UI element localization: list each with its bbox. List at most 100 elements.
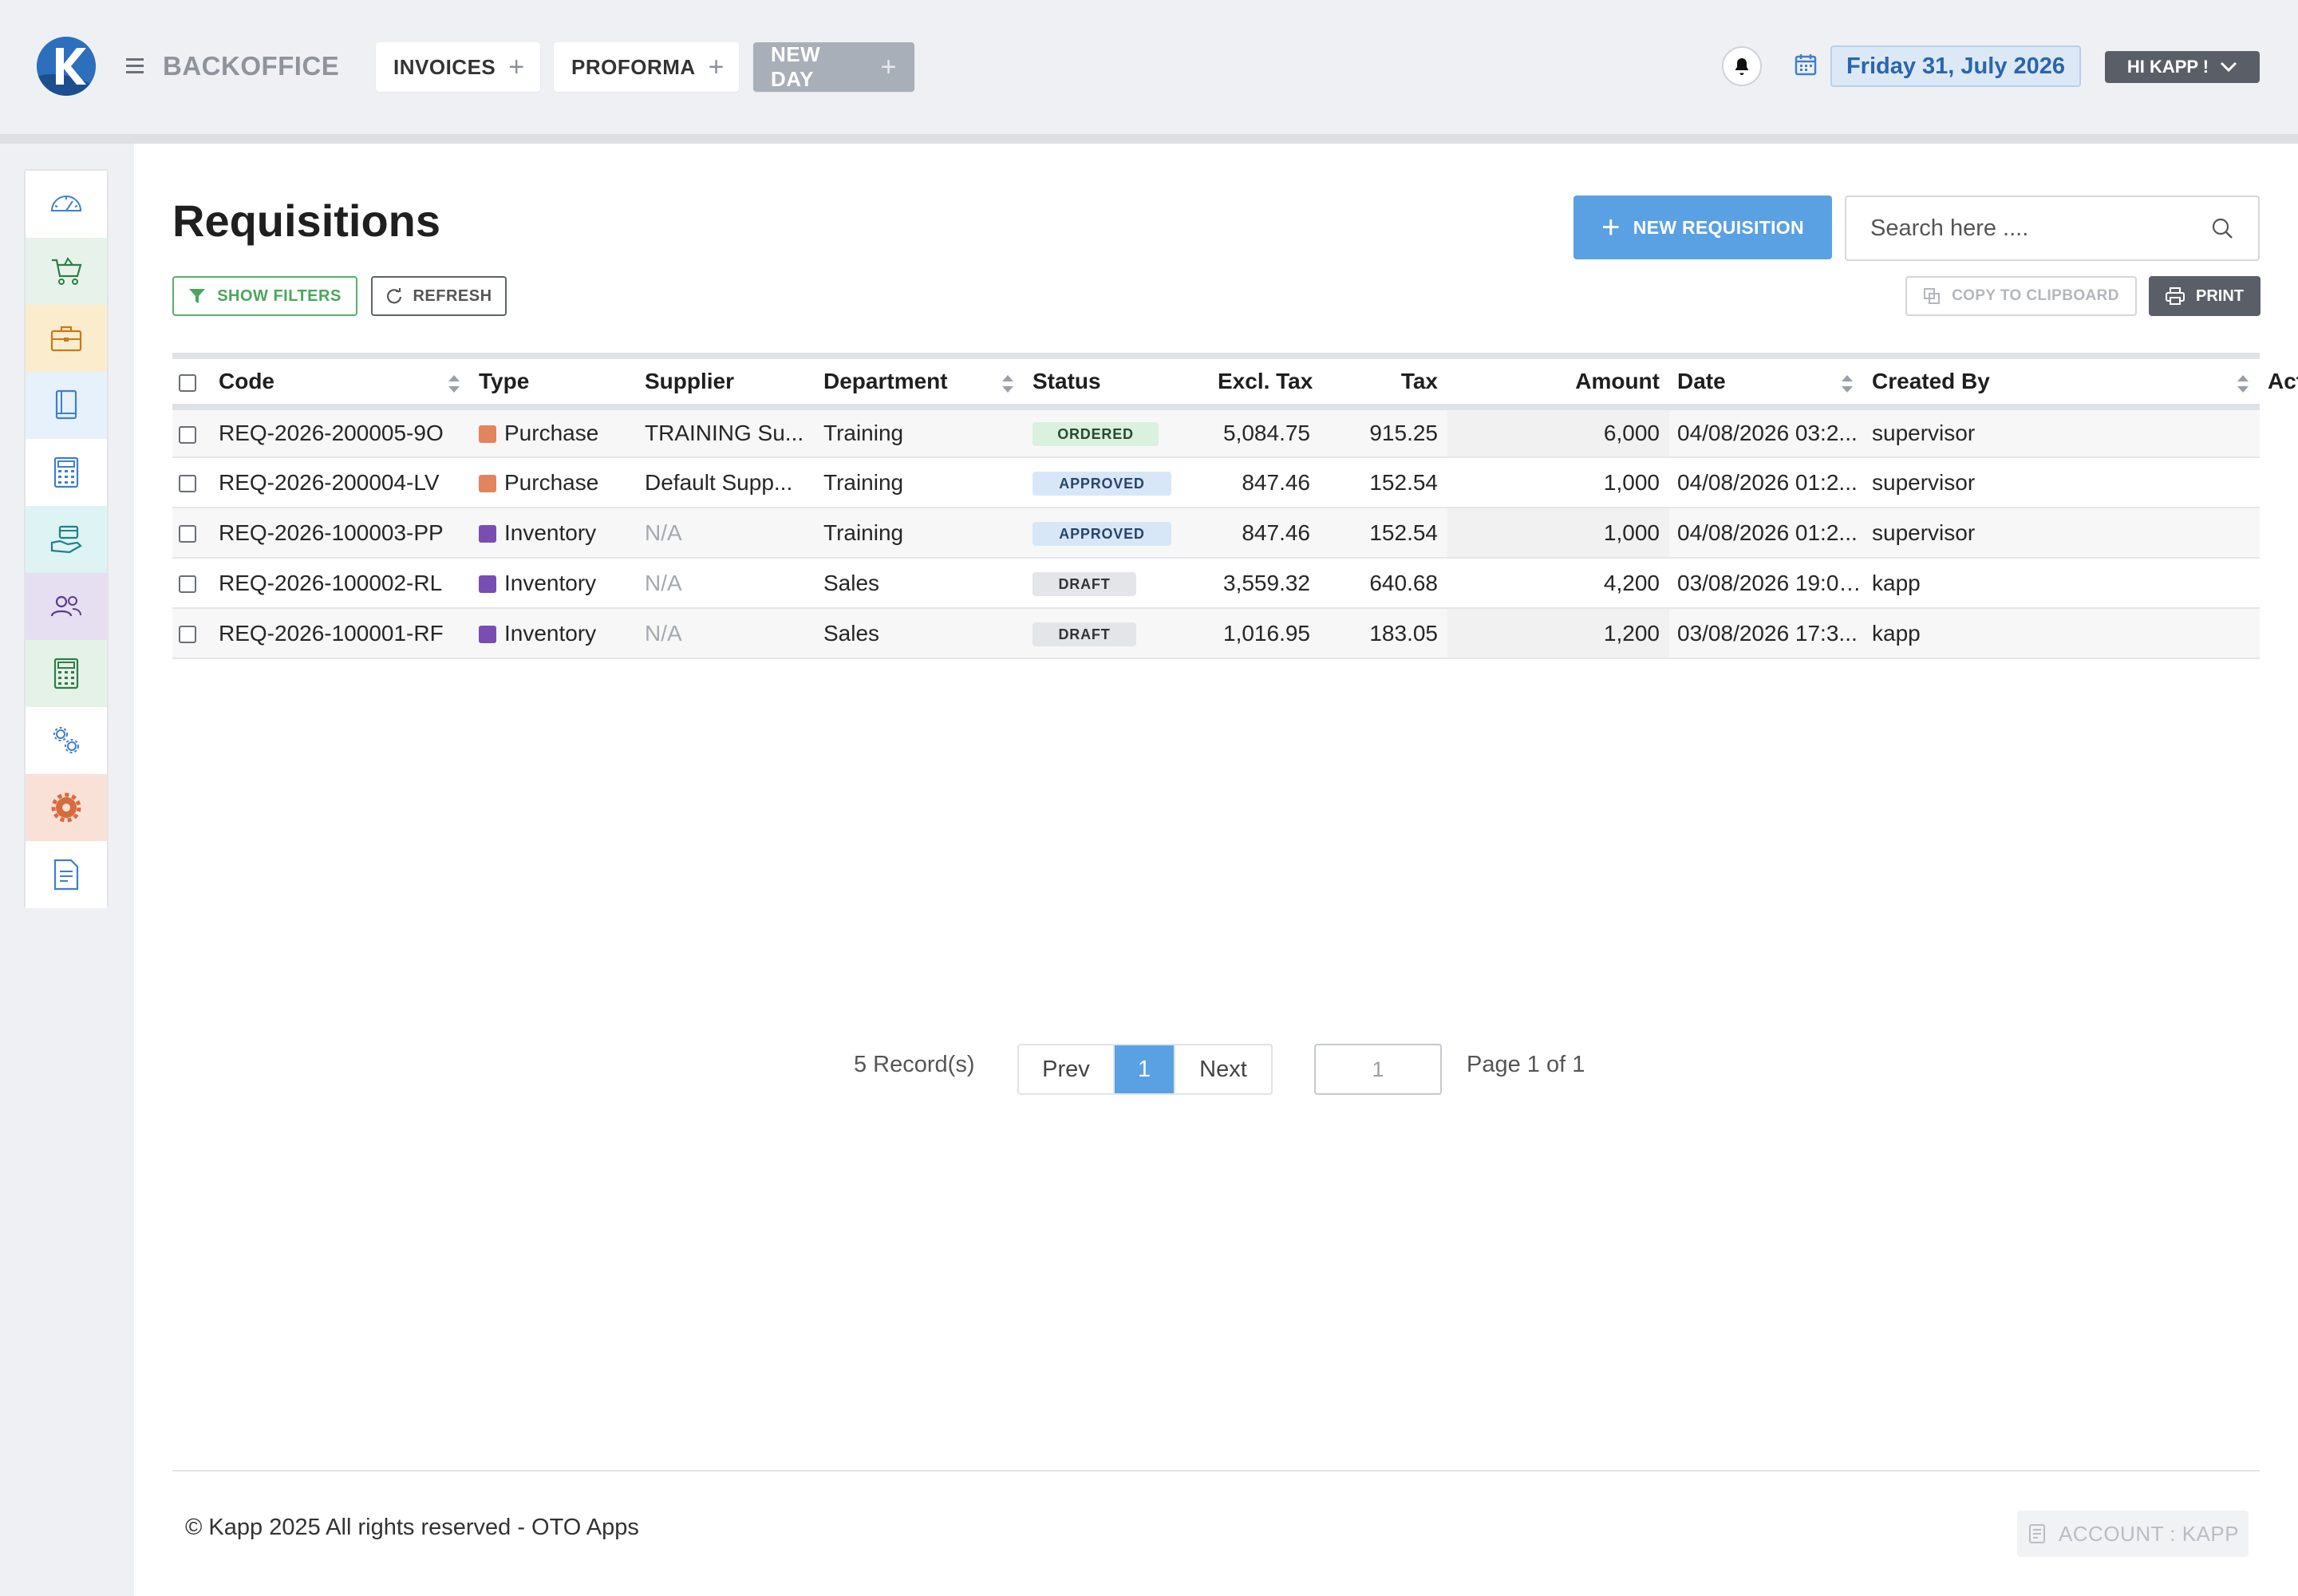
type-color-swatch	[479, 425, 496, 443]
type-color-swatch	[479, 625, 496, 643]
cell-status: DRAFT	[1025, 608, 1210, 659]
add-new-day-icon[interactable]: +	[881, 52, 897, 83]
sidebar-item-accounting[interactable]	[26, 640, 107, 707]
sidebar-item-briefcase[interactable]	[26, 305, 107, 372]
show-filters-button[interactable]: SHOW FILTERS	[172, 276, 357, 316]
column-header-supplier: Supplier	[637, 359, 815, 410]
column-header-code[interactable]: Code	[211, 359, 471, 410]
column-department-label: Department	[823, 369, 948, 393]
tab-proforma-label: PROFORMA	[571, 54, 696, 79]
search-box	[1845, 196, 2260, 261]
menu-toggle-icon[interactable]	[126, 56, 147, 77]
table-row[interactable]: REQ-2026-100001-RF Inventory N/A Sales DRAFT…	[172, 608, 2260, 659]
sidebar-item-settings[interactable]	[26, 774, 107, 841]
sidebar-item-documents[interactable]	[26, 841, 107, 908]
column-header-date[interactable]: Date	[1669, 359, 1864, 410]
tab-new-day[interactable]: NEW DAY +	[753, 42, 914, 92]
cell-code: REQ-2026-100002-RL	[211, 558, 471, 609]
table-row[interactable]: REQ-2026-200005-9O Purchase TRAINING Su...…	[172, 407, 2260, 458]
current-date[interactable]: Friday 31, July 2026	[1830, 45, 2081, 87]
app-logo[interactable]	[37, 37, 96, 96]
account-book-icon	[2028, 1524, 2045, 1543]
tab-invoices[interactable]: INVOICES +	[376, 42, 540, 92]
column-header-tax: Tax	[1320, 359, 1447, 410]
account-label: ACCOUNT : KAPP	[2058, 1521, 2240, 1546]
add-proforma-icon[interactable]: +	[709, 52, 725, 83]
table-row[interactable]: REQ-2026-100003-PP Inventory N/A Training AP…	[172, 508, 2260, 559]
table-row[interactable]: REQ-2026-200004-LV Purchase Default Supp..…	[172, 457, 2260, 508]
top-bar: BACKOFFICE INVOICES + PROFORMA + NEW DAY…	[0, 0, 2298, 134]
user-menu-button[interactable]: HI KAPP !	[2105, 51, 2260, 83]
sort-icon[interactable]	[1002, 375, 1013, 393]
cell-tax: 640.68	[1320, 558, 1447, 609]
table-row[interactable]: REQ-2026-100002-RL Inventory N/A Sales DRAFT…	[172, 558, 2260, 609]
cell-amount: 6,000	[1447, 407, 1669, 458]
sort-icon[interactable]	[1842, 375, 1853, 393]
brand-title: BACKOFFICE	[163, 51, 340, 81]
add-invoice-icon[interactable]: +	[508, 52, 524, 83]
sidebar-item-configuration[interactable]	[26, 707, 107, 774]
cell-excl-tax: 1,016.95	[1210, 608, 1320, 659]
notifications-bell-icon[interactable]	[1722, 46, 1762, 86]
pagination: Prev 1 Next	[1017, 1044, 1273, 1095]
print-button[interactable]: PRINT	[2149, 276, 2260, 316]
page-number-input[interactable]: 1	[1314, 1044, 1442, 1095]
search-input[interactable]	[1870, 215, 2210, 242]
status-badge: DRAFT	[1033, 571, 1136, 596]
tab-proforma[interactable]: PROFORMA +	[554, 42, 739, 92]
column-header-status: Status	[1025, 359, 1210, 410]
new-requisition-button[interactable]: + NEW REQUISITION	[1573, 196, 1832, 259]
row-checkbox[interactable]	[179, 626, 196, 644]
column-action-label: Action	[2268, 369, 2298, 393]
requisitions-table: Code Type Supplier Department Status Exc…	[172, 353, 2298, 659]
cell-tax: 152.54	[1320, 508, 1447, 559]
filter-icon	[189, 289, 206, 303]
cell-created-by: supervisor	[1864, 508, 2260, 559]
refresh-button[interactable]: REFRESH	[371, 276, 507, 316]
document-icon	[53, 859, 79, 891]
cell-excl-tax: 847.46	[1210, 508, 1320, 559]
sort-icon[interactable]	[448, 375, 460, 393]
cog-icon	[51, 792, 81, 823]
copy-to-clipboard-button[interactable]: COPY TO CLIPBOARD	[1905, 276, 2137, 316]
row-checkbox[interactable]	[179, 575, 196, 594]
row-checkbox[interactable]	[179, 525, 196, 543]
column-header-amount: Amount	[1447, 359, 1669, 410]
sidebar-item-users[interactable]	[26, 573, 107, 640]
select-all-checkbox[interactable]	[179, 373, 196, 392]
current-page-button[interactable]: 1	[1115, 1045, 1174, 1093]
settings-gears-icon	[53, 727, 79, 753]
cell-department: Training	[815, 407, 1025, 458]
cell-status: ORDERED	[1025, 407, 1210, 458]
type-label: Purchase	[504, 469, 599, 495]
cell-date: 03/08/2026 19:01...	[1669, 558, 1864, 609]
cell-excl-tax: 3,559.32	[1210, 558, 1320, 609]
column-header-department[interactable]: Department	[815, 359, 1025, 410]
cell-type: Purchase	[471, 457, 637, 508]
cell-department: Training	[815, 457, 1025, 508]
search-icon[interactable]	[2210, 216, 2234, 240]
column-supplier-label: Supplier	[645, 369, 735, 393]
users-icon	[50, 595, 81, 617]
page-title: Requisitions	[172, 196, 441, 246]
sidebar-item-dashboard[interactable]	[26, 171, 107, 238]
sidebar-item-calculator[interactable]	[26, 439, 107, 506]
row-checkbox[interactable]	[179, 425, 196, 444]
column-header-created-by[interactable]: Created By	[1864, 359, 2260, 410]
sort-icon[interactable]	[2237, 375, 2249, 393]
cell-type: Inventory	[471, 558, 637, 609]
prev-page-button[interactable]: Prev	[1019, 1045, 1115, 1093]
cell-status: DRAFT	[1025, 558, 1210, 609]
next-page-button[interactable]: Next	[1174, 1045, 1271, 1093]
cell-status: APPROVED	[1025, 457, 1210, 508]
sidebar-item-book[interactable]	[26, 372, 107, 439]
type-label: Inventory	[504, 620, 597, 646]
column-excl-tax-label: Excl. Tax	[1218, 369, 1313, 393]
calculator-icon	[53, 456, 79, 488]
row-checkbox[interactable]	[179, 475, 196, 493]
column-type-label: Type	[479, 369, 530, 393]
sidebar-item-payments[interactable]	[26, 506, 107, 573]
cell-code: REQ-2026-100003-PP	[211, 508, 471, 559]
sidebar	[24, 169, 109, 908]
sidebar-item-cart[interactable]	[26, 238, 107, 305]
